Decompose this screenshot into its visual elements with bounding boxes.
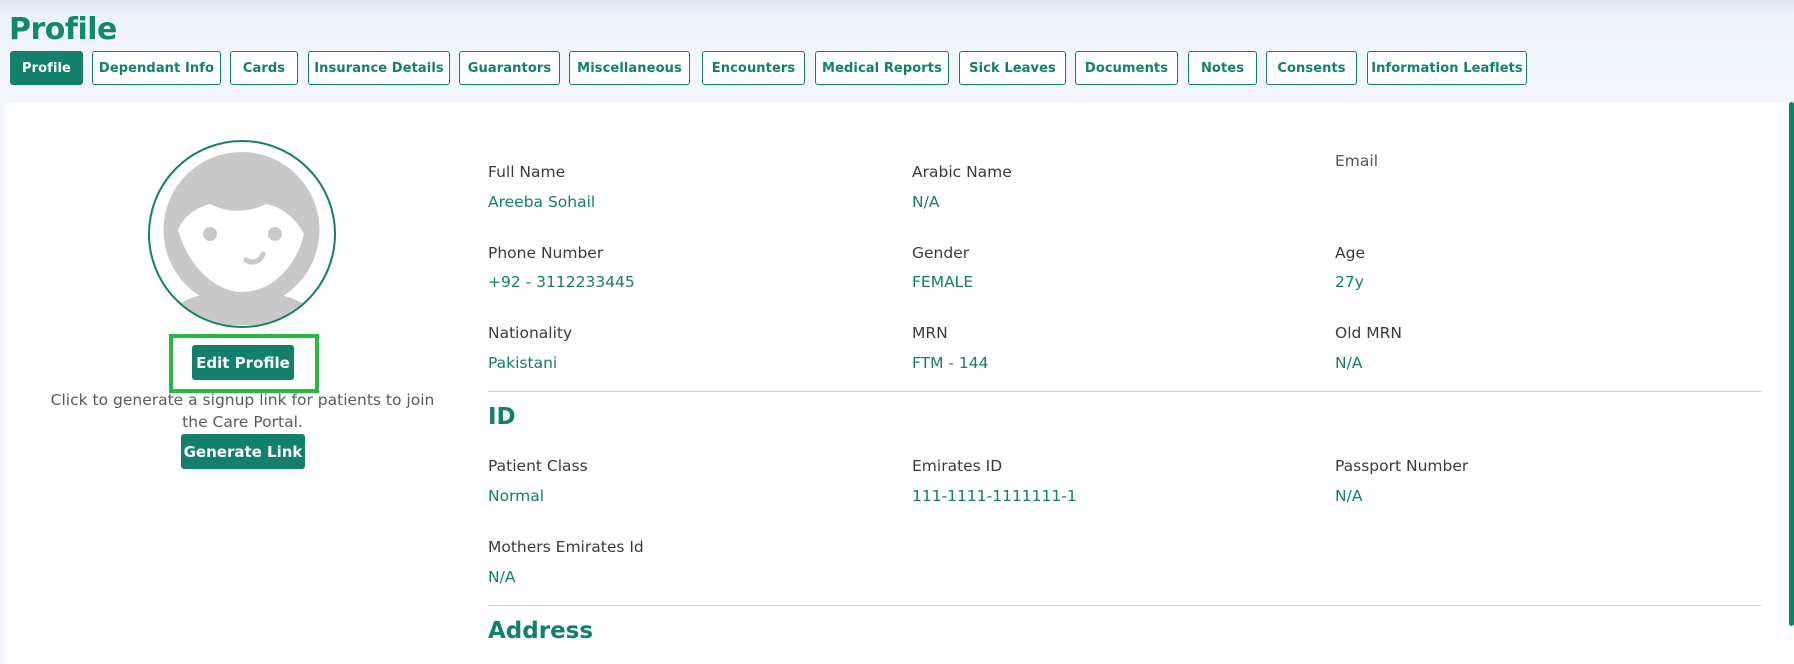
generate-link-button[interactable]: Generate Link: [181, 434, 305, 469]
tab-profile[interactable]: Profile: [10, 51, 83, 85]
tab-documents[interactable]: Documents: [1075, 51, 1178, 85]
tab-notes[interactable]: Notes: [1188, 51, 1257, 85]
page-title: Profile: [9, 12, 117, 47]
old-mrn-label: Old MRN: [1335, 324, 1403, 342]
nationality-label: Nationality: [488, 324, 573, 342]
scrollbar[interactable]: [1789, 102, 1794, 626]
age-label: Age: [1335, 244, 1365, 262]
gender-label: Gender: [912, 244, 970, 262]
email-label: Email: [1335, 152, 1379, 170]
mothers-emirates-id-label: Mothers Emirates Id: [488, 538, 644, 556]
emirates-id-value: 111-1111-1111111-1: [912, 487, 1077, 505]
patient-class-label: Patient Class: [488, 457, 588, 475]
full-name-label: Full Name: [488, 163, 566, 181]
tab-sick-leaves[interactable]: Sick Leaves: [959, 51, 1066, 85]
tab-guarantors[interactable]: Guarantors: [459, 51, 560, 85]
user-avatar-placeholder-icon: [148, 140, 336, 328]
age-value: 27y: [1335, 273, 1364, 291]
patient-class-value: Normal: [488, 487, 545, 505]
tab-dependant-info[interactable]: Dependant Info: [92, 51, 221, 85]
phone-number-value: +92 - 3112233445: [488, 273, 635, 291]
section-divider: [488, 391, 1761, 392]
tab-consents[interactable]: Consents: [1266, 51, 1357, 85]
section-divider: [488, 605, 1761, 606]
gender-value: FEMALE: [912, 273, 974, 291]
passport-number-value: N/A: [1335, 487, 1363, 505]
tab-information-leaflets[interactable]: Information Leaflets: [1367, 51, 1527, 85]
signup-hint-text: Click to generate a signup link for pati…: [50, 391, 435, 431]
tab-cards[interactable]: Cards: [230, 51, 298, 85]
app-root: Profile Profile Dependant Info Cards Ins…: [0, 0, 1794, 664]
arabic-name-label: Arabic Name: [912, 163, 1012, 181]
nationality-value: Pakistani: [488, 354, 558, 372]
arabic-name-value: N/A: [912, 193, 940, 211]
tab-medical-reports[interactable]: Medical Reports: [815, 51, 949, 85]
mrn-value: FTM - 144: [912, 354, 989, 372]
phone-number-label: Phone Number: [488, 244, 604, 262]
mrn-label: MRN: [912, 324, 948, 342]
address-section-title: Address: [488, 618, 594, 644]
old-mrn-value: N/A: [1335, 354, 1363, 372]
mothers-emirates-id-value: N/A: [488, 568, 516, 586]
edit-profile-button[interactable]: Edit Profile: [192, 345, 294, 380]
tab-insurance-details[interactable]: Insurance Details: [308, 51, 450, 85]
id-section-title: ID: [488, 404, 516, 430]
full-name-value: Areeba Sohail: [488, 193, 596, 211]
emirates-id-label: Emirates ID: [912, 457, 1003, 475]
passport-number-label: Passport Number: [1335, 457, 1469, 475]
tab-encounters[interactable]: Encounters: [702, 51, 805, 85]
tab-miscellaneous[interactable]: Miscellaneous: [569, 51, 690, 85]
